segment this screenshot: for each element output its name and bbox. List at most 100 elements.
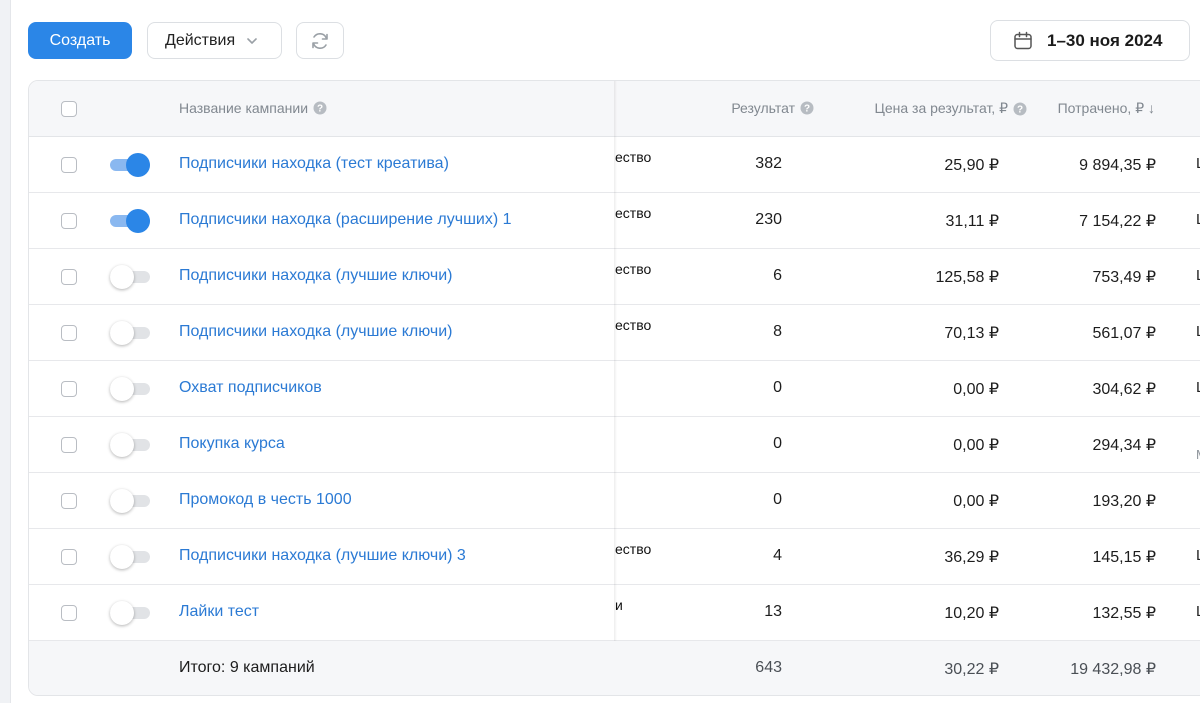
campaign-status-toggle[interactable] <box>110 153 150 177</box>
campaign-name-link[interactable]: Подписчики находка (лучшие ключи) <box>179 323 452 341</box>
column-name-header[interactable]: Название кампании ? <box>179 100 327 116</box>
result-cell: 0 <box>773 379 782 396</box>
clipped-cell: L <box>1196 267 1200 284</box>
actions-dropdown[interactable]: Действия <box>147 22 282 59</box>
row-checkbox[interactable] <box>61 381 77 397</box>
toggle-knob <box>110 321 134 345</box>
result-cell: 6 <box>773 267 782 284</box>
campaign-status-toggle[interactable] <box>110 377 150 401</box>
result-cell: 0 <box>773 491 782 508</box>
totals-spent: 19 432,98 ₽ <box>1070 661 1156 678</box>
spent-cell: 193,20 ₽ <box>1092 493 1156 510</box>
price-cell: 70,13 ₽ <box>944 325 999 342</box>
campaign-status-toggle[interactable] <box>110 489 150 513</box>
campaign-status-toggle[interactable] <box>110 601 150 625</box>
spent-cell: 561,07 ₽ <box>1092 325 1156 342</box>
select-all-checkbox[interactable] <box>61 101 77 117</box>
totals-label: Итого: 9 кампаний <box>179 659 315 676</box>
campaign-status-toggle[interactable] <box>110 209 150 233</box>
campaign-name-link[interactable]: Охват подписчиков <box>179 379 322 397</box>
date-range-label: 1–30 ноя 2024 <box>1047 30 1163 50</box>
clipped-cell: L <box>1196 603 1200 620</box>
actions-label: Действия <box>165 31 236 49</box>
campaign-name-link[interactable]: Подписчики находка (лучшие ключи) <box>179 267 452 285</box>
result-cell: 13 <box>764 603 782 620</box>
totals-result: 643 <box>755 659 782 676</box>
result-cell: 382 <box>755 155 782 172</box>
price-cell: 0,00 ₽ <box>953 493 999 510</box>
toggle-knob <box>126 209 150 233</box>
clipped-cell: L <box>1196 211 1200 228</box>
row-checkbox[interactable] <box>61 437 77 453</box>
date-range-picker[interactable]: 1–30 ноя 2024 <box>990 20 1190 61</box>
price-cell: 10,20 ₽ <box>944 605 999 622</box>
clipped-cell: L <box>1196 155 1200 172</box>
clipped-cell: Ми <box>1196 447 1200 462</box>
chevron-down-icon <box>245 34 259 48</box>
clipped-cell: L <box>1196 547 1200 564</box>
toggle-knob <box>110 433 134 457</box>
spent-cell: 7 154,22 ₽ <box>1079 213 1156 230</box>
price-cell: 0,00 ₽ <box>953 381 999 398</box>
refresh-button[interactable] <box>296 22 344 59</box>
price-cell: 25,90 ₽ <box>944 157 999 174</box>
toggle-knob <box>110 377 134 401</box>
campaign-name-link[interactable]: Подписчики находка (расширение лучших) 1 <box>179 211 512 229</box>
result-cell: 0 <box>773 435 782 452</box>
truncated-cell: ество <box>615 149 652 165</box>
spent-cell: 294,34 ₽ <box>1092 437 1156 454</box>
truncated-cell: ество <box>615 261 652 277</box>
result-cell: 8 <box>773 323 782 340</box>
svg-text:?: ? <box>1017 104 1023 115</box>
toggle-knob <box>126 153 150 177</box>
spent-cell: 9 894,35 ₽ <box>1079 157 1156 174</box>
column-result-header[interactable]: Результат ? <box>731 100 814 116</box>
campaign-name-link[interactable]: Подписчики находка (тест креатива) <box>179 155 449 173</box>
row-checkbox[interactable] <box>61 493 77 509</box>
row-checkbox[interactable] <box>61 213 77 229</box>
campaign-name-link[interactable]: Лайки тест <box>179 603 259 621</box>
clipped-cell: L <box>1196 323 1200 340</box>
row-checkbox[interactable] <box>61 325 77 341</box>
help-icon: ? <box>800 101 814 115</box>
price-cell: 36,29 ₽ <box>944 549 999 566</box>
toggle-knob <box>110 265 134 289</box>
campaign-name-link[interactable]: Промокод в честь 1000 <box>179 491 352 509</box>
spent-cell: 304,62 ₽ <box>1092 381 1156 398</box>
campaign-status-toggle[interactable] <box>110 433 150 457</box>
spent-cell: 145,15 ₽ <box>1092 549 1156 566</box>
toggle-knob <box>110 601 134 625</box>
left-sidebar-edge <box>0 0 11 703</box>
toggle-knob <box>110 489 134 513</box>
frozen-column-shadow <box>614 81 617 641</box>
column-price-header[interactable]: Цена за результат, ₽ ? <box>874 100 1027 117</box>
refresh-icon <box>309 30 331 52</box>
campaign-name-link[interactable]: Покупка курса <box>179 435 285 453</box>
campaigns-table: Название кампании ? Результат ? Цена за … <box>28 80 1200 696</box>
clipped-cell: L <box>1196 379 1200 396</box>
result-cell: 230 <box>755 211 782 228</box>
calendar-icon <box>1012 30 1034 52</box>
create-button[interactable]: Создать <box>28 22 132 59</box>
price-cell: 125,58 ₽ <box>935 269 999 286</box>
row-checkbox[interactable] <box>61 605 77 621</box>
row-checkbox[interactable] <box>61 549 77 565</box>
campaign-name-link[interactable]: Подписчики находка (лучшие ключи) 3 <box>179 547 466 565</box>
campaign-status-toggle[interactable] <box>110 265 150 289</box>
svg-text:?: ? <box>317 104 323 115</box>
truncated-cell: ество <box>615 541 652 557</box>
toggle-knob <box>110 545 134 569</box>
totals-row: Итого: 9 кампаний 643 30,22 ₽ 19 432,98 … <box>29 641 1200 695</box>
campaign-status-toggle[interactable] <box>110 321 150 345</box>
row-checkbox[interactable] <box>61 157 77 173</box>
price-cell: 31,11 ₽ <box>945 213 999 230</box>
spent-cell: 132,55 ₽ <box>1092 605 1156 622</box>
help-icon: ? <box>313 101 327 115</box>
row-checkbox[interactable] <box>61 269 77 285</box>
totals-price: 30,22 ₽ <box>944 661 999 678</box>
svg-text:?: ? <box>804 104 810 115</box>
campaign-status-toggle[interactable] <box>110 545 150 569</box>
column-spent-header[interactable]: Потрачено, ₽ ↓ <box>1058 100 1155 117</box>
truncated-cell: ество <box>615 317 652 333</box>
truncated-cell: ество <box>615 205 652 221</box>
